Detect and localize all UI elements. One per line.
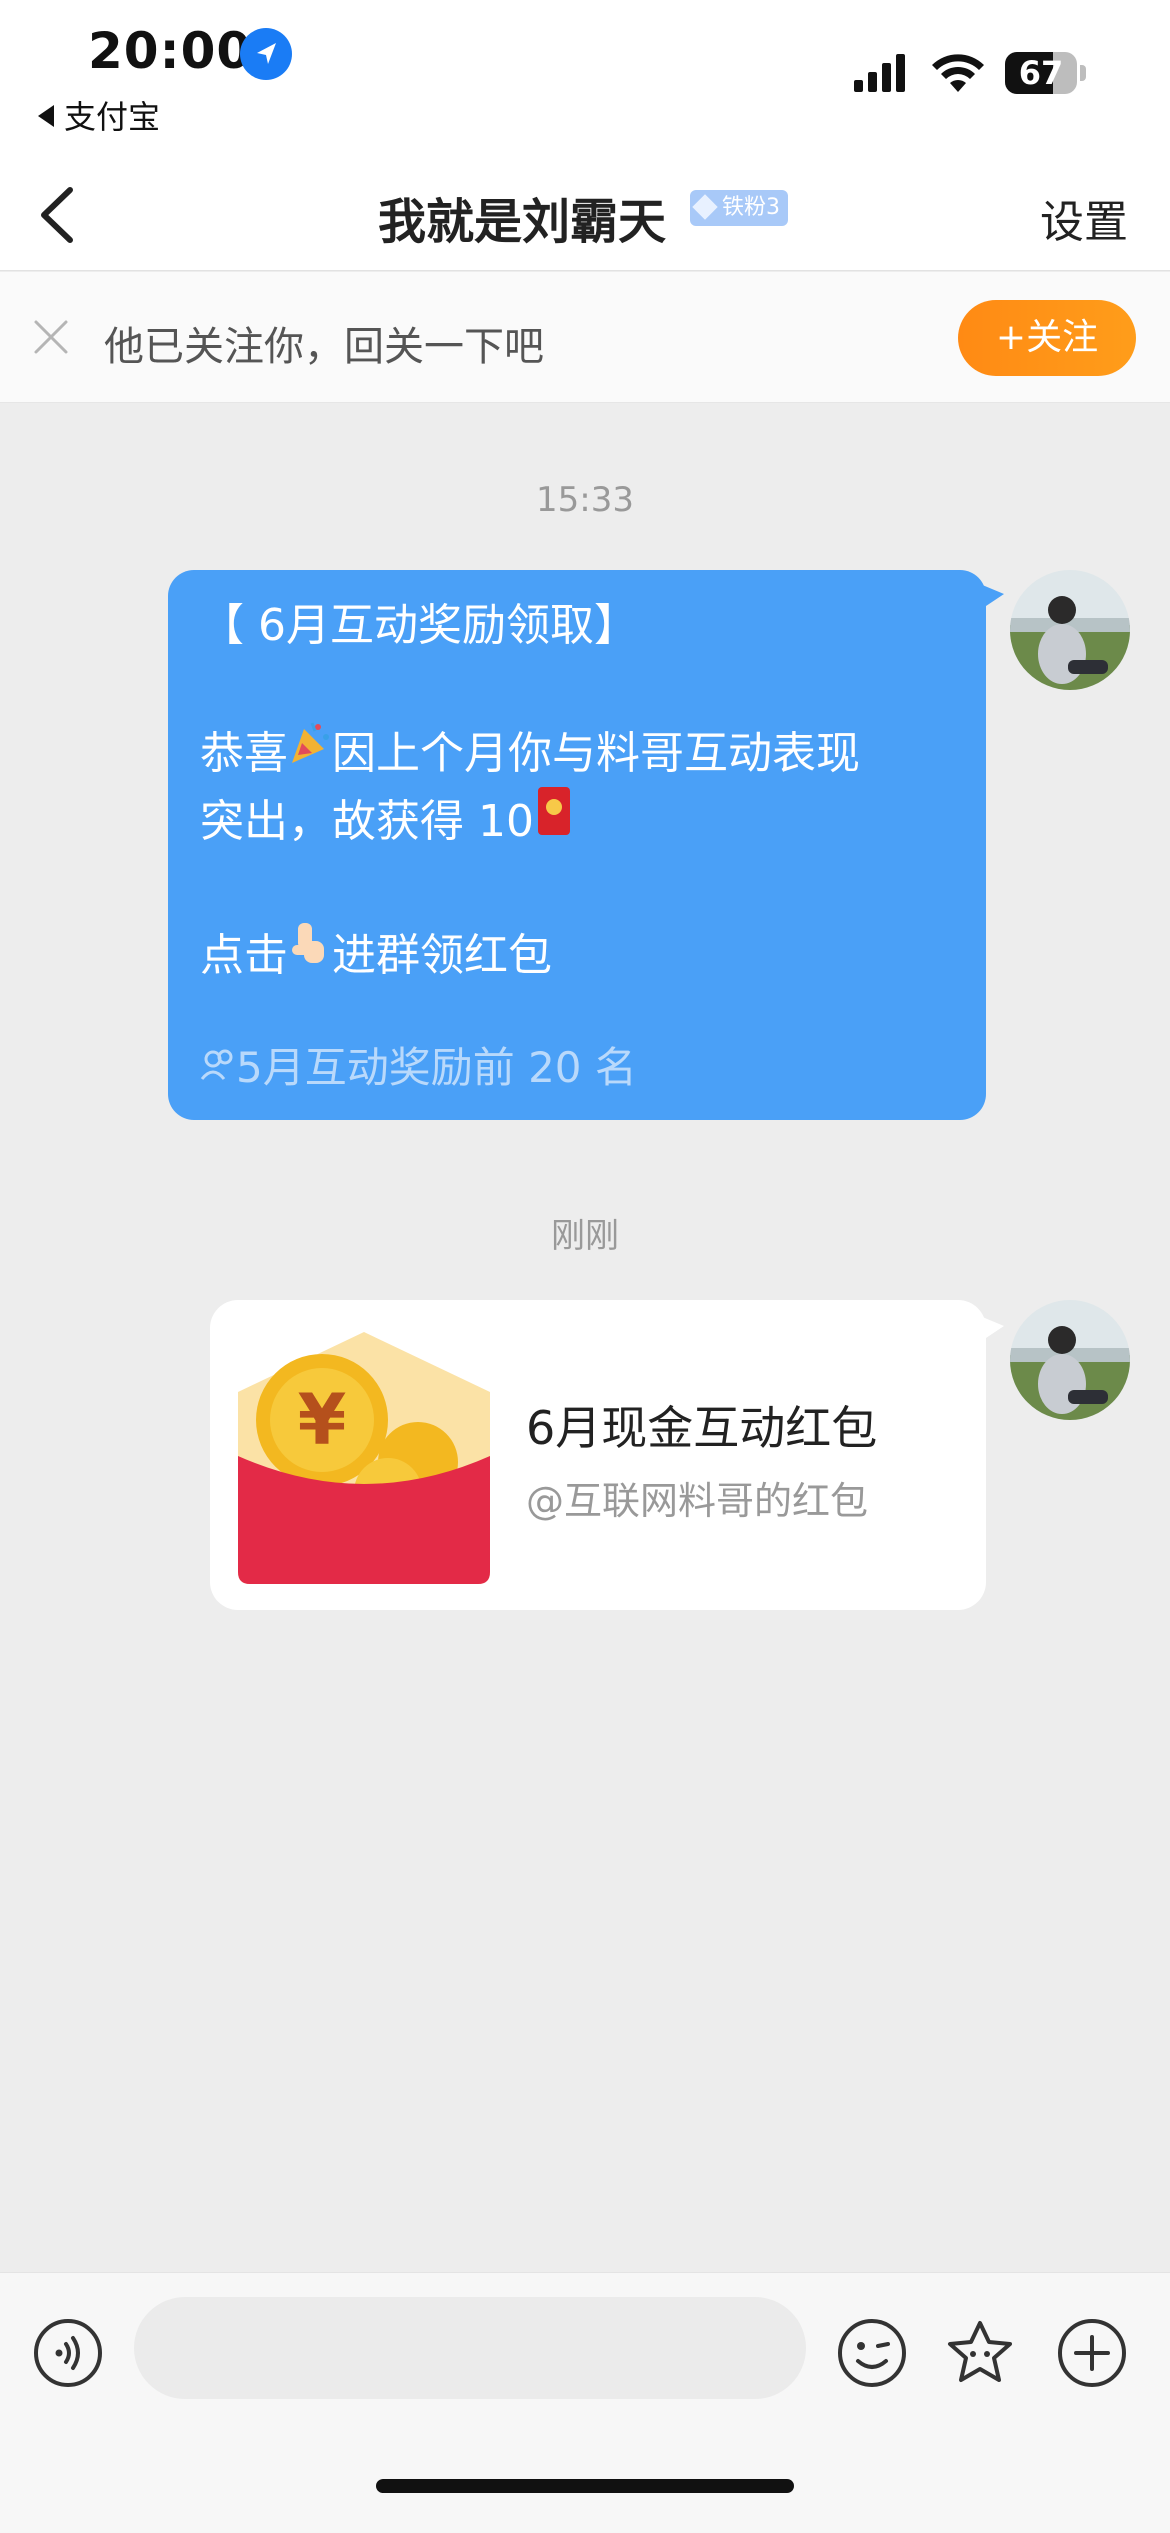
emoji-icon[interactable] — [836, 2317, 908, 2389]
follow-prompt-text: 他已关注你，回关一下吧 — [104, 324, 544, 370]
chat-input-bar — [0, 2272, 1170, 2533]
fan-badge-label: 铁粉3 — [722, 195, 780, 220]
add-icon[interactable] — [1056, 2317, 1128, 2389]
red-packet-sender: @互联网料哥的红包 — [526, 1479, 869, 1523]
message-text: 点击 — [200, 930, 288, 981]
back-chevron-icon[interactable] — [30, 180, 90, 250]
sticker-star-icon[interactable] — [944, 2317, 1016, 2389]
avatar[interactable] — [1010, 570, 1130, 690]
red-packet-card[interactable]: ¥ 6月现金互动红包 @互联网料哥的红包 — [210, 1300, 1004, 1610]
back-app-label: 支付宝 — [64, 98, 161, 136]
red-packet-icon: ¥ — [238, 1332, 490, 1584]
red-envelope-icon — [534, 785, 574, 855]
pointing-hand-icon — [288, 919, 332, 989]
settings-button[interactable]: 设置 — [1040, 186, 1128, 250]
avatar[interactable] — [1010, 1300, 1130, 1420]
svg-text:¥: ¥ — [298, 1379, 347, 1461]
message-text: 恭喜 — [200, 728, 288, 779]
party-popper-icon — [288, 719, 332, 785]
follow-back-banner: 他已关注你，回关一下吧 +关注 — [0, 272, 1170, 403]
battery-percent: 67 — [1018, 54, 1064, 92]
close-icon[interactable] — [32, 318, 70, 356]
red-packet-title: 6月现金互动红包 — [526, 1401, 878, 1455]
diamond-icon — [692, 194, 718, 220]
back-to-app-link[interactable]: 支付宝 — [38, 92, 160, 138]
home-indicator — [376, 2479, 794, 2493]
status-time: 20:00 — [88, 22, 253, 80]
message-line: 【 6月互动奖励领取】 — [200, 600, 638, 651]
status-bar: 20:00 支付宝 67 — [0, 0, 1170, 160]
chat-header: 我就是刘霸天 铁粉3 设置 — [0, 160, 1170, 271]
battery-indicator: 67 — [1005, 52, 1086, 94]
back-triangle-icon — [38, 105, 54, 127]
message-bubble[interactable]: 【 6月互动奖励领取】 恭喜 因上个月你与料哥互动表现 突出，故获得 10 点击… — [168, 570, 1004, 1120]
fan-level-badge: 铁粉3 — [690, 190, 788, 226]
voice-input-icon[interactable] — [32, 2317, 104, 2389]
location-arrow-icon — [240, 28, 292, 80]
chat-title: 我就是刘霸天 — [378, 194, 667, 250]
wifi-icon — [932, 54, 984, 92]
group-icon — [200, 1037, 236, 1097]
message-input[interactable] — [134, 2297, 806, 2399]
message-timestamp: 刚刚 — [551, 1216, 619, 1256]
message-text: 因上个月你与料哥互动表现 — [332, 728, 860, 779]
cellular-signal-icon — [854, 54, 905, 92]
message-text: 突出，故获得 10 — [200, 796, 534, 847]
message-text: 进群领红包 — [332, 930, 552, 981]
message-timestamp: 15:33 — [536, 480, 634, 520]
follow-button[interactable]: +关注 — [958, 300, 1136, 376]
message-footer: 5月互动奖励前 20 名 — [236, 1043, 637, 1092]
